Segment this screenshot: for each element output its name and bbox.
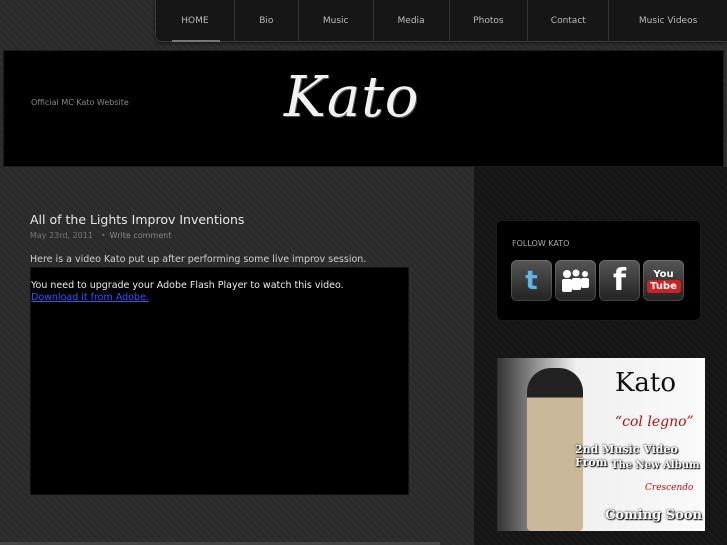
site-header: Official MC Kato Website Kato — [3, 50, 724, 167]
facebook-icon[interactable]: f — [599, 260, 640, 301]
post-body: Here is a video Kato put up after perfor… — [30, 254, 367, 265]
myspace-glyph — [561, 269, 589, 292]
nav-item-contact[interactable]: Contact — [528, 0, 610, 42]
post-date: May 23rd, 2011 — [30, 231, 93, 240]
nav-item-photos[interactable]: Photos — [450, 0, 529, 42]
nav-item-music[interactable]: Music — [299, 0, 374, 42]
site-tagline: Official MC Kato Website — [31, 98, 129, 107]
promo-name: Kato — [615, 368, 677, 398]
flash-upgrade-message: You need to upgrade your Adobe Flash Pla… — [31, 280, 344, 291]
write-comment-link[interactable]: Write comment — [110, 231, 172, 240]
facebook-glyph: f — [612, 263, 627, 298]
promo-line-4: Coming Soon — [605, 508, 702, 523]
promo-line-2: The New Album — [611, 460, 700, 471]
youtube-icon[interactable]: You Tube — [643, 260, 684, 301]
twitter-icon[interactable]: t — [511, 260, 552, 301]
nav-item-music-videos[interactable]: Music Videos — [609, 0, 727, 42]
top-navigation: HOME Bio Music Media Photos Contact Musi… — [155, 0, 727, 42]
youtube-tube: Tube — [646, 279, 681, 293]
promo-line-3: Crescendo — [645, 483, 694, 493]
flash-download-link[interactable]: Download it from Adobe. — [31, 292, 149, 303]
nav-item-home[interactable]: HOME — [156, 0, 235, 42]
follow-title: FOLLOW KATO — [512, 239, 570, 248]
main-content: All of the Lights Improv Inventions May … — [0, 167, 474, 545]
follow-box: FOLLOW KATO t f You Tube — [496, 220, 701, 321]
youtube-you: You — [653, 268, 674, 280]
video-player[interactable]: You need to upgrade your Adobe Flash Pla… — [30, 267, 409, 495]
promo-subtitle: “col legno” — [615, 414, 694, 430]
post-title[interactable]: All of the Lights Improv Inventions — [30, 212, 244, 227]
sidebar: FOLLOW KATO t f You Tube Kato “col legno… — [474, 167, 727, 545]
site-logo[interactable]: Kato — [284, 65, 419, 130]
nav-item-media[interactable]: Media — [374, 0, 450, 42]
meta-separator: • — [100, 231, 106, 240]
nav-item-bio[interactable]: Bio — [235, 0, 299, 42]
twitter-glyph: t — [525, 265, 538, 296]
post-meta: May 23rd, 2011 • Write comment — [30, 231, 171, 240]
myspace-icon[interactable] — [555, 260, 596, 301]
promo-banner[interactable]: Kato “col legno” 2nd Music Video From Th… — [497, 358, 705, 531]
